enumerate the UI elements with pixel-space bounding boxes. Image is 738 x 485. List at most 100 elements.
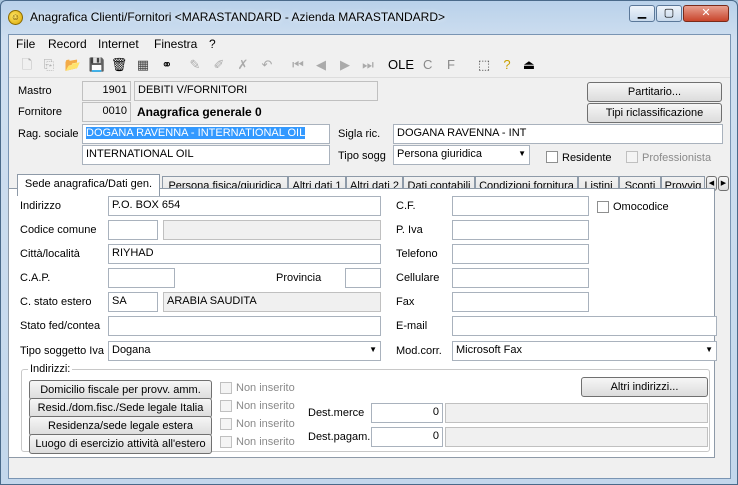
select-icon[interactable]: ⬚ <box>475 56 493 74</box>
undo-icon[interactable]: ↶ <box>258 56 276 74</box>
open-folder-icon[interactable]: 📂 <box>64 56 82 74</box>
cellulare-field[interactable] <box>452 268 589 288</box>
grid-icon[interactable]: ▦ <box>134 56 152 74</box>
sede-legale-estera-button[interactable]: Residenza/sede legale estera <box>29 416 212 436</box>
email-label: E-mail <box>396 320 428 332</box>
citta-field[interactable]: RIYHAD <box>108 244 381 264</box>
omocodice-checkbox[interactable] <box>597 201 609 213</box>
menu-finestra[interactable]: Finestra <box>154 37 197 51</box>
provincia-label: Provincia <box>276 272 322 284</box>
modcorr-select[interactable]: Microsoft Fax <box>452 341 717 361</box>
fax-field[interactable] <box>452 292 589 312</box>
edit-clear-icon[interactable]: ✗ <box>234 56 252 74</box>
sigla-field[interactable]: DOGANA RAVENNA - INT <box>393 124 723 144</box>
menu-record[interactable]: Record <box>48 37 87 51</box>
ragsoc-field-1[interactable]: DOGANA RAVENNA - INTERNATIONAL OIL <box>82 124 330 144</box>
cap-label: C.A.P. <box>20 272 51 284</box>
binoculars-icon[interactable]: ⚭ <box>158 56 176 74</box>
professionista-label: Professionista <box>642 152 712 164</box>
mastro-desc-field: DEBITI V/FORNITORI <box>134 81 378 101</box>
dest-merce-field[interactable]: 0 <box>371 403 443 423</box>
ole-button[interactable]: OLE <box>388 56 414 74</box>
cellulare-label: Cellulare <box>396 272 440 284</box>
email-field[interactable] <box>452 316 717 336</box>
non-inserito-label-1: Non inserito <box>236 382 295 394</box>
f-button[interactable]: F <box>447 56 455 74</box>
menu-help[interactable]: ? <box>209 37 216 51</box>
non-inserito-checkbox-1[interactable] <box>220 382 232 394</box>
menu-file[interactable]: File <box>16 37 35 51</box>
non-inserito-label-2: Non inserito <box>236 400 295 412</box>
non-inserito-label-4: Non inserito <box>236 436 295 448</box>
provincia-field[interactable] <box>345 268 381 288</box>
help-icon[interactable]: ? <box>498 56 516 74</box>
partitario-button[interactable]: Partitario... <box>587 82 722 102</box>
minimize-button[interactable]: ▁ <box>629 5 655 22</box>
residente-label: Residente <box>562 152 612 164</box>
menu-internet[interactable]: Internet <box>98 37 139 51</box>
next-record-icon[interactable]: ▶ <box>336 56 354 74</box>
fornitore-desc: Anagrafica generale 0 <box>137 105 262 119</box>
edit-icon[interactable]: ✎ <box>186 56 204 74</box>
ragsoc-field-2[interactable]: INTERNATIONAL OIL <box>82 145 330 165</box>
ragsoc-field-1-text: DOGANA RAVENNA - INTERNATIONAL OIL <box>86 127 306 139</box>
window-title: Anagrafica Clienti/Fornitori <MARASTANDA… <box>30 10 446 24</box>
residente-checkbox[interactable] <box>546 151 558 163</box>
piva-field[interactable] <box>452 220 589 240</box>
modcorr-label: Mod.corr. <box>396 345 442 357</box>
mastro-label: Mastro <box>18 85 52 97</box>
cf-field[interactable] <box>452 196 589 216</box>
fornitore-code-field[interactable]: 0010 <box>82 102 131 122</box>
stato-estero-label: C. stato estero <box>20 296 92 308</box>
stato-estero-desc-field: ARABIA SAUDITA <box>163 292 381 312</box>
dest-pagam-label: Dest.pagam. <box>308 431 371 443</box>
tiposogg-select[interactable]: Persona giuridica <box>393 145 530 165</box>
tipo-iva-select[interactable]: Dogana <box>108 341 381 361</box>
piva-label: P. Iva <box>396 224 423 236</box>
fax-label: Fax <box>396 296 415 308</box>
non-inserito-checkbox-2[interactable] <box>220 400 232 412</box>
codcomune-field[interactable] <box>108 220 158 240</box>
dest-pagam-desc-field <box>445 427 708 447</box>
last-record-icon[interactable]: ⏭ <box>359 56 377 74</box>
app-icon[interactable]: ☺ <box>8 10 23 25</box>
mastro-code-field[interactable]: 1901 <box>82 81 131 101</box>
sede-legale-italia-button[interactable]: Resid./dom.fisc./Sede legale Italia <box>29 398 212 418</box>
domicilio-fiscale-button[interactable]: Domicilio fiscale per provv. amm. <box>29 380 212 400</box>
fornitore-label: Fornitore <box>18 106 63 118</box>
exit-icon[interactable]: ⏏ <box>520 56 538 74</box>
citta-label: Città/località <box>20 248 80 260</box>
stato-estero-code-field[interactable]: SA <box>108 292 158 312</box>
altri-indirizzi-button[interactable]: Altri indirizzi... <box>581 377 708 397</box>
indirizzo-field[interactable]: P.O. BOX 654 <box>108 196 381 216</box>
first-record-icon[interactable]: ⏮ <box>289 56 307 74</box>
new-icon[interactable]: 🗋 <box>18 56 36 74</box>
delete-icon[interactable]: 🗑 <box>110 56 128 74</box>
luogo-esercizio-estero-button[interactable]: Luogo di esercizio attività all'estero <box>29 434 212 454</box>
stato-fed-field[interactable] <box>108 316 381 336</box>
title-bar[interactable]: ☺ Anagrafica Clienti/Fornitori <MARASTAN… <box>1 1 737 31</box>
stato-fed-label: Stato fed/contea <box>20 320 101 332</box>
telefono-field[interactable] <box>452 244 589 264</box>
telefono-label: Telefono <box>396 248 438 260</box>
maximize-button[interactable]: ▢ <box>656 5 682 22</box>
tipi-riclassificazione-button[interactable]: Tipi riclassificazione <box>587 103 722 123</box>
codcomune-label: Codice comune <box>20 224 97 236</box>
indirizzi-group-label: Indirizzi: <box>28 363 73 375</box>
edit-multi-icon[interactable]: ✐ <box>210 56 228 74</box>
copy-icon[interactable]: ⎘ <box>40 56 58 74</box>
save-icon[interactable]: 💾 <box>88 56 106 74</box>
tab-sede-anagrafica[interactable]: Sede anagrafica/Dati gen. <box>17 174 160 196</box>
dest-pagam-field[interactable]: 0 <box>371 427 443 447</box>
tab-scroll-right-icon[interactable]: ▶ <box>718 176 729 191</box>
cap-field[interactable] <box>108 268 175 288</box>
non-inserito-checkbox-3[interactable] <box>220 418 232 430</box>
dest-merce-label: Dest.merce <box>308 407 365 419</box>
menu-bar: File Record Internet Finestra ? <box>9 35 730 53</box>
c-button[interactable]: C <box>423 56 432 74</box>
non-inserito-checkbox-4[interactable] <box>220 436 232 448</box>
professionista-checkbox[interactable] <box>626 151 638 163</box>
prev-record-icon[interactable]: ◀ <box>312 56 330 74</box>
tipo-iva-label: Tipo soggetto Iva <box>20 345 104 357</box>
close-button[interactable]: ✕ <box>683 5 729 22</box>
